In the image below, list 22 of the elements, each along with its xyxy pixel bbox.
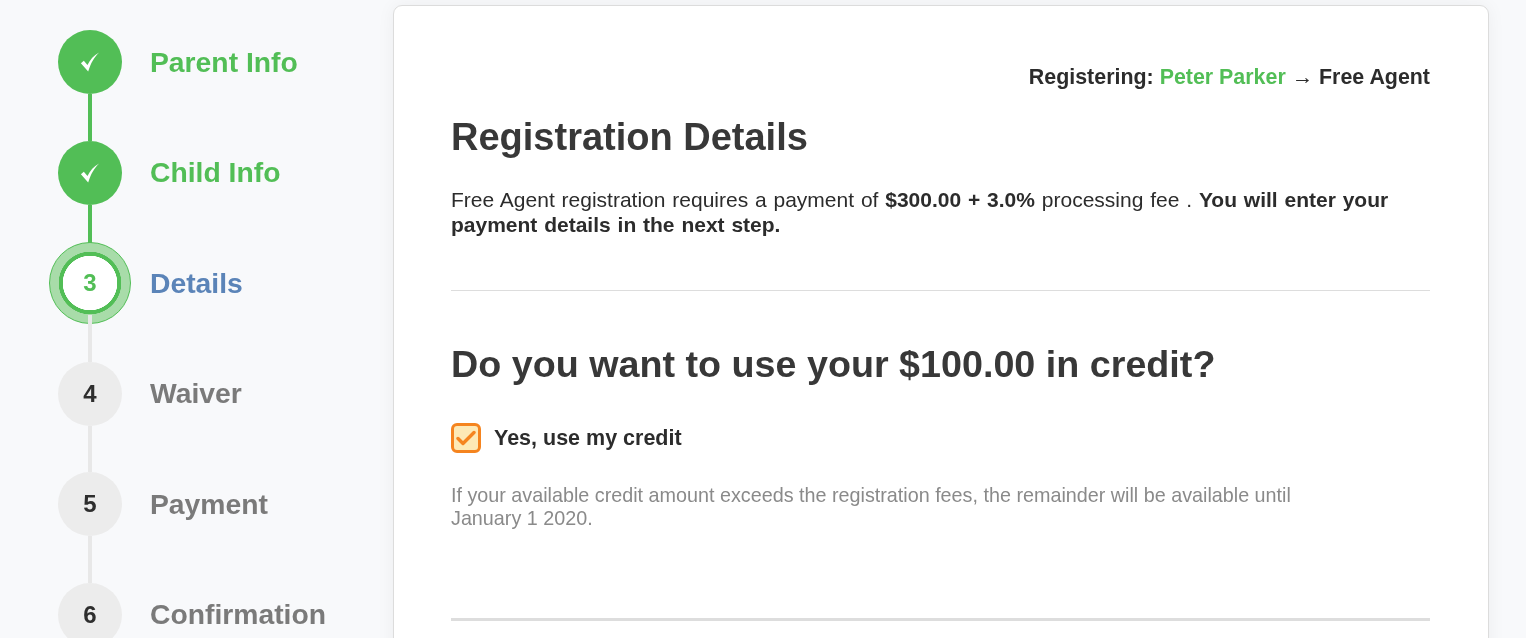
- section-title: Registration Details: [451, 115, 809, 159]
- registration-target: → Free Agent: [1291, 64, 1430, 90]
- step-marker: 5: [58, 472, 122, 536]
- step-label: Parent Info: [150, 47, 298, 77]
- registrant-name: Peter Parker: [1159, 64, 1286, 90]
- check-icon: [79, 52, 101, 72]
- checkbox-label[interactable]: Yes, use my credit: [494, 425, 682, 451]
- checkbox[interactable]: [451, 423, 481, 453]
- registering-label: Registering:: [1028, 64, 1154, 90]
- payment-description: Free Agent registration requires a payment of $300.00 + 3.0% processing fee . You will enter your payment details in the next step.: [451, 187, 1390, 237]
- check-icon: [456, 430, 476, 446]
- step-marker: 6: [58, 582, 122, 638]
- step-marker: 4: [58, 361, 122, 426]
- check-icon: [79, 162, 101, 183]
- step-label: Details: [150, 268, 243, 298]
- step-label: Child Info: [150, 158, 281, 187]
- step-marker: 3: [49, 242, 131, 324]
- credit-note: If your available credit amount exceeds the registration fees, the remainder will be available until January 1 2020.: [451, 484, 1292, 530]
- step-label: Payment: [150, 489, 268, 519]
- credit-question: Do you want to use your $100.00 in credit?: [451, 342, 1217, 386]
- step-label: Waiver: [150, 379, 242, 408]
- step-label: Confirmation: [150, 600, 327, 629]
